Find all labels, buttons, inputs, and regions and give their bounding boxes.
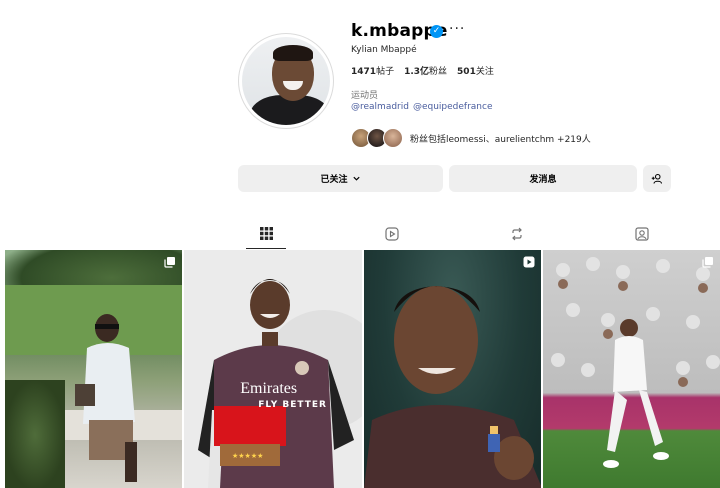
chevron-down-icon [352, 176, 360, 181]
tagged-icon [635, 227, 649, 241]
tab-reposts[interactable] [497, 219, 537, 249]
profile-stats: 1471帖子 1.3亿粉丝 501关注 [351, 64, 494, 77]
carousel-icon [702, 257, 713, 268]
followers-count[interactable]: 1.3亿粉丝 [404, 64, 447, 77]
add-user-button[interactable] [643, 165, 671, 192]
grid-icon [259, 227, 273, 240]
player-with-trophy: ★★★★★ [198, 279, 362, 488]
verified-badge-icon: ✓ [430, 25, 443, 38]
reels-icon [385, 227, 399, 241]
portrait-figure [363, 286, 541, 488]
following-count[interactable]: 501关注 [457, 64, 494, 77]
sponsor-text-line2: FLY BETTER [258, 400, 327, 410]
person-figure [75, 314, 137, 482]
add-user-icon [651, 173, 663, 184]
post-thumbnail[interactable] [542, 250, 720, 488]
repost-icon [512, 227, 522, 241]
following-button[interactable]: 已关注 [238, 165, 443, 192]
post-thumbnail[interactable]: ★★★★★ Emirates FLY BETTER [184, 250, 362, 488]
tab-posts[interactable] [246, 219, 286, 249]
profile-category: 运动员 [351, 91, 379, 101]
more-options-icon[interactable]: ··· [449, 21, 465, 37]
full-name: Kylian Mbappé [351, 45, 417, 55]
followed-by-text: 粉丝包括leomessi、aurelientchm +219人 [410, 134, 591, 145]
link-realmadrid[interactable]: @realmadrid [351, 102, 409, 112]
post-thumbnail[interactable] [363, 250, 541, 488]
profile-avatar[interactable] [238, 33, 334, 129]
stadium-celebration [550, 257, 720, 468]
link-equipedefrance[interactable]: @equipedefrance [413, 102, 493, 112]
post-grid: ★★★★★ Emirates FLY BETTER [5, 250, 720, 488]
tab-tagged[interactable] [622, 219, 662, 249]
carousel-icon [164, 257, 176, 268]
svg-text:★★★★★: ★★★★★ [232, 452, 263, 460]
message-button-label: 发消息 [529, 175, 557, 185]
bio-links: @realmadrid @equipedefrance [351, 102, 493, 112]
follower-avatar-3 [383, 128, 403, 148]
following-button-label: 已关注 [320, 175, 348, 185]
profile-tabs [0, 219, 720, 249]
posts-count: 1471帖子 [351, 67, 395, 77]
sponsor-text: Emirates [240, 380, 298, 397]
message-button[interactable]: 发消息 [449, 165, 637, 192]
avatar-image [242, 37, 330, 125]
followed-by[interactable]: 粉丝包括leomessi、aurelientchm +219人 [351, 127, 591, 149]
post-thumbnail[interactable] [5, 250, 183, 488]
tab-reels[interactable] [372, 219, 412, 249]
reel-icon [523, 256, 535, 268]
